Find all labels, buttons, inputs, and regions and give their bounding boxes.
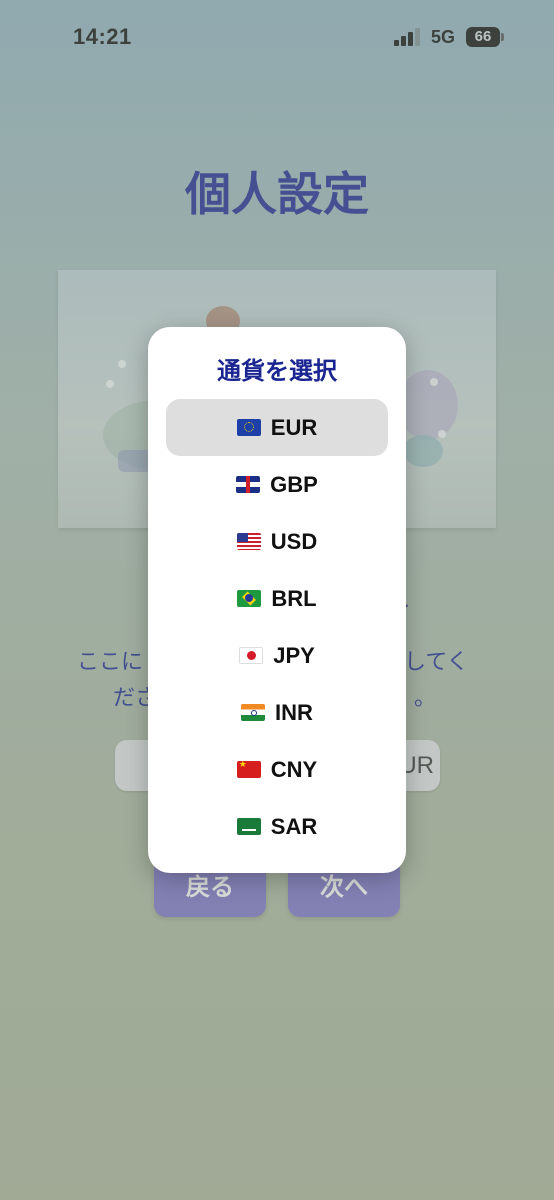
currency-option-brl[interactable]: BRL	[166, 570, 388, 627]
china-flag-icon	[236, 761, 261, 778]
saudi-flag-icon	[236, 818, 261, 835]
currency-option-usd[interactable]: USD	[166, 513, 388, 570]
currency-option-inr[interactable]: INR	[166, 684, 388, 741]
eu-flag-icon	[236, 419, 261, 436]
currency-code: CNY	[270, 756, 318, 782]
india-flag-icon	[241, 704, 266, 721]
currency-code: EUR	[270, 414, 318, 440]
currency-code: JPY	[273, 642, 315, 668]
currency-code: INR	[275, 699, 313, 725]
us-flag-icon	[236, 533, 261, 550]
currency-option-gbp[interactable]: GBP	[166, 456, 388, 513]
currency-option-eur[interactable]: EUR	[166, 399, 388, 456]
currency-option-jpy[interactable]: JPY	[166, 627, 388, 684]
japan-flag-icon	[239, 647, 264, 664]
currency-code: BRL	[271, 585, 317, 611]
currency-code: USD	[270, 528, 318, 554]
uk-flag-icon	[236, 476, 261, 493]
currency-code: SAR	[270, 813, 318, 839]
modal-title: 通貨を選択	[217, 357, 337, 385]
currency-code: GBP	[270, 471, 318, 497]
currency-picker-modal: 通貨を選択 EUR GBP USD BRL JPY INR CNY SAR	[148, 327, 406, 873]
currency-option-cny[interactable]: CNY	[166, 741, 388, 798]
currency-option-sar[interactable]: SAR	[166, 798, 388, 855]
brazil-flag-icon	[237, 590, 262, 607]
